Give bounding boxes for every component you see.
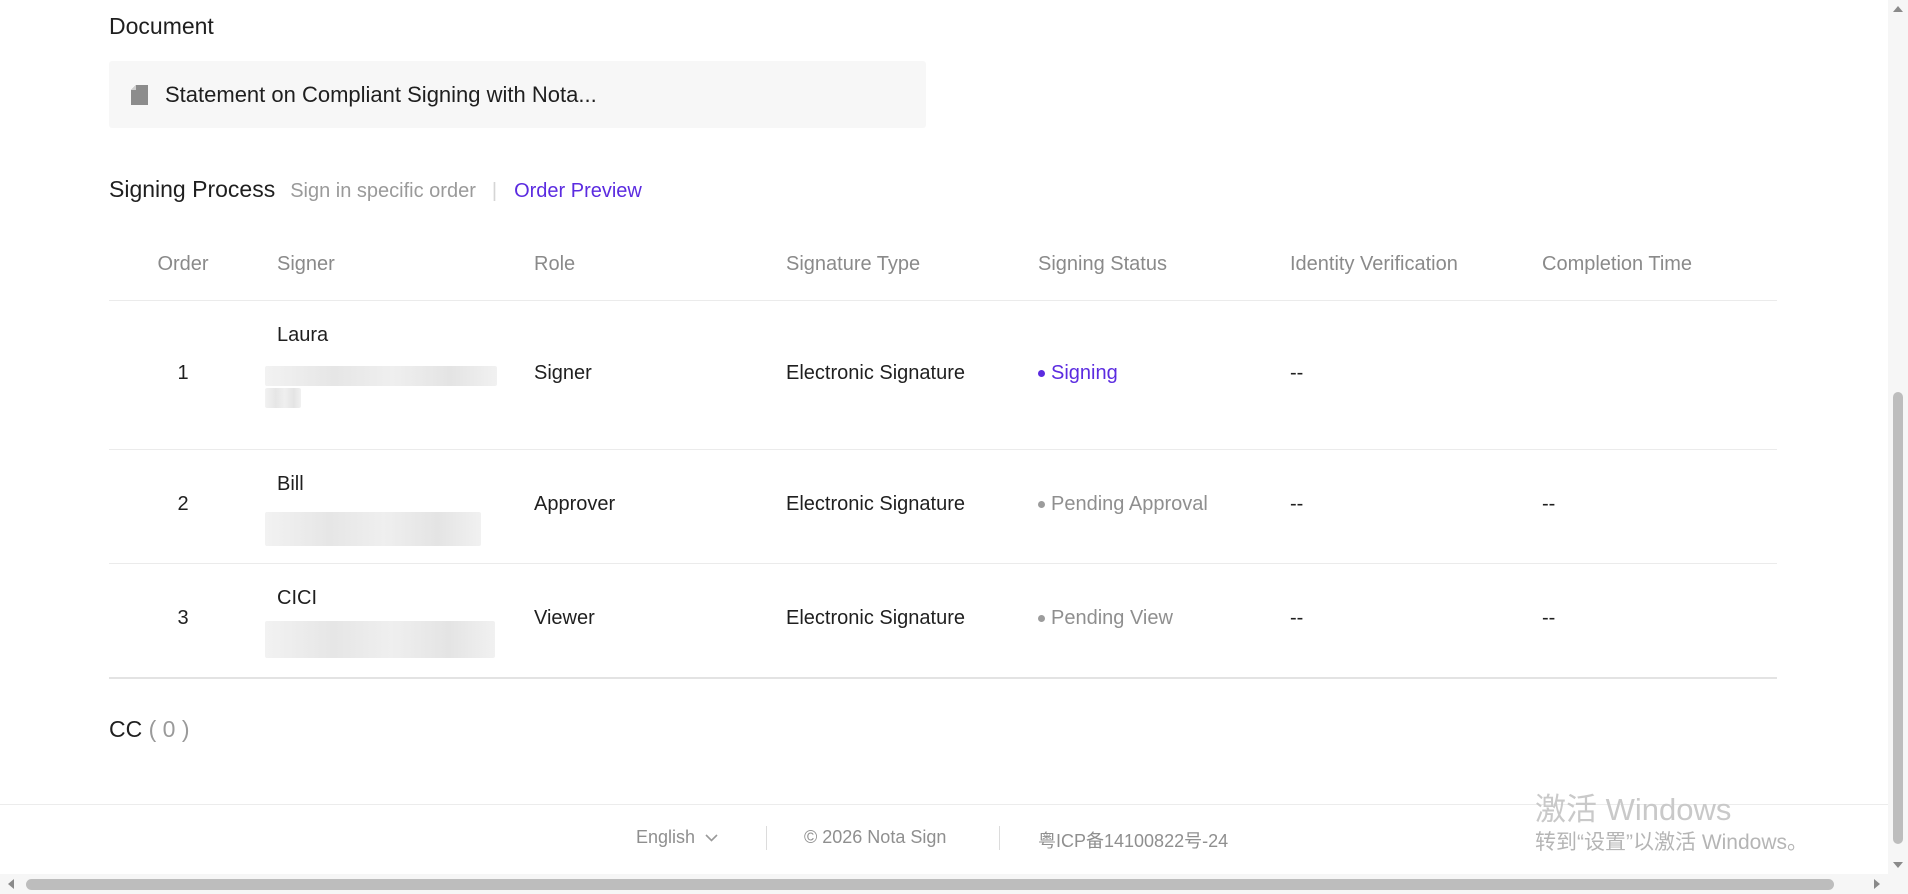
horizontal-scrollbar[interactable] xyxy=(0,874,1888,894)
footer-icp-license[interactable]: 粤ICP备14100822号-24 xyxy=(1038,827,1228,853)
language-label: English xyxy=(636,827,696,847)
row-identity-verification: -- xyxy=(1290,362,1304,384)
redacted-signer-contact xyxy=(265,388,301,408)
table-header: Order Signer Role Signature Type Signing… xyxy=(109,230,1777,301)
column-header-signature-type: Signature Type xyxy=(786,253,921,275)
chevron-down-icon xyxy=(705,833,718,842)
status-dot xyxy=(1038,615,1045,622)
status-badge: Pending Approval xyxy=(1038,493,1208,516)
cc-section-title: CC ( 0 ) xyxy=(109,716,190,743)
scroll-left-arrow-icon[interactable] xyxy=(8,879,14,889)
scroll-up-arrow-icon[interactable] xyxy=(1893,6,1903,12)
table-row: 2 Bill Approver Electronic Signature Pen… xyxy=(109,450,1777,564)
scroll-right-arrow-icon[interactable] xyxy=(1874,879,1880,889)
column-header-signer: Signer xyxy=(277,253,335,275)
horizontal-scrollbar-thumb[interactable] xyxy=(26,879,1834,890)
status-label: Pending Approval xyxy=(1051,493,1208,515)
header-divider: | xyxy=(491,180,498,202)
row-role: Signer xyxy=(534,362,592,384)
row-role: Viewer xyxy=(534,607,595,629)
row-completion-time: -- xyxy=(1542,493,1556,515)
column-header-role: Role xyxy=(534,253,576,275)
status-dot xyxy=(1038,501,1045,508)
cc-count: ( 0 ) xyxy=(148,716,190,742)
scrollbar-corner xyxy=(1888,874,1908,894)
redacted-signer-contact xyxy=(265,512,481,546)
table-row: 3 CICI Viewer Electronic Signature Pendi… xyxy=(109,564,1777,679)
row-order: 2 xyxy=(177,493,189,515)
column-header-identity-verification: Identity Verification xyxy=(1290,253,1458,275)
document-section-title: Document xyxy=(109,13,214,39)
status-badge: Signing xyxy=(1038,362,1118,385)
windows-activation-watermark-title: 激活 Windows xyxy=(1535,792,1732,827)
column-header-order: Order xyxy=(157,253,209,275)
document-file-name: Statement on Compliant Signing with Nota… xyxy=(165,81,597,107)
document-card[interactable]: Statement on Compliant Signing with Nota… xyxy=(109,61,926,128)
row-identity-verification: -- xyxy=(1290,607,1304,629)
language-selector[interactable]: English xyxy=(636,827,718,848)
status-label: Pending View xyxy=(1051,607,1173,629)
row-completion-time: -- xyxy=(1542,607,1556,629)
page-viewport: Document Statement on Compliant Signing … xyxy=(0,0,1888,874)
vertical-scrollbar-thumb[interactable] xyxy=(1893,392,1903,844)
footer-copyright: © 2026 Nota Sign xyxy=(804,827,947,847)
redacted-signer-contact xyxy=(265,366,497,386)
signer-name: Bill xyxy=(277,473,304,495)
footer-divider xyxy=(766,826,767,850)
footer-divider xyxy=(999,826,1000,850)
signer-name: CICI xyxy=(277,587,317,609)
row-signature-type: Electronic Signature xyxy=(786,493,965,515)
signing-process-header: Signing Process Sign in specific order |… xyxy=(109,176,642,203)
column-header-signing-status: Signing Status xyxy=(1038,253,1167,275)
scroll-down-arrow-icon[interactable] xyxy=(1893,862,1903,868)
status-dot xyxy=(1038,370,1045,377)
redacted-signer-contact xyxy=(265,621,495,658)
signer-name: Laura xyxy=(277,324,329,346)
row-role: Approver xyxy=(534,493,616,515)
cc-label: CC xyxy=(109,716,143,742)
signing-order-mode: Sign in specific order xyxy=(290,180,476,202)
row-signature-type: Electronic Signature xyxy=(786,362,965,384)
windows-activation-watermark-hint: 转到“设置”以激活 Windows。 xyxy=(1535,831,1809,854)
vertical-scrollbar[interactable] xyxy=(1888,0,1908,874)
document-icon xyxy=(131,84,148,105)
row-order: 1 xyxy=(177,362,189,384)
row-signature-type: Electronic Signature xyxy=(786,607,965,629)
status-badge: Pending View xyxy=(1038,607,1173,630)
row-order: 3 xyxy=(177,607,189,629)
signing-process-title: Signing Process xyxy=(109,176,276,202)
signers-table: Order Signer Role Signature Type Signing… xyxy=(109,230,1777,679)
row-identity-verification: -- xyxy=(1290,493,1304,515)
status-label: Signing xyxy=(1051,362,1118,384)
table-row: 1 Laura Signer Electronic Signature Sign… xyxy=(109,301,1777,450)
order-preview-link[interactable]: Order Preview xyxy=(514,180,642,203)
column-header-completion-time: Completion Time xyxy=(1542,253,1693,275)
